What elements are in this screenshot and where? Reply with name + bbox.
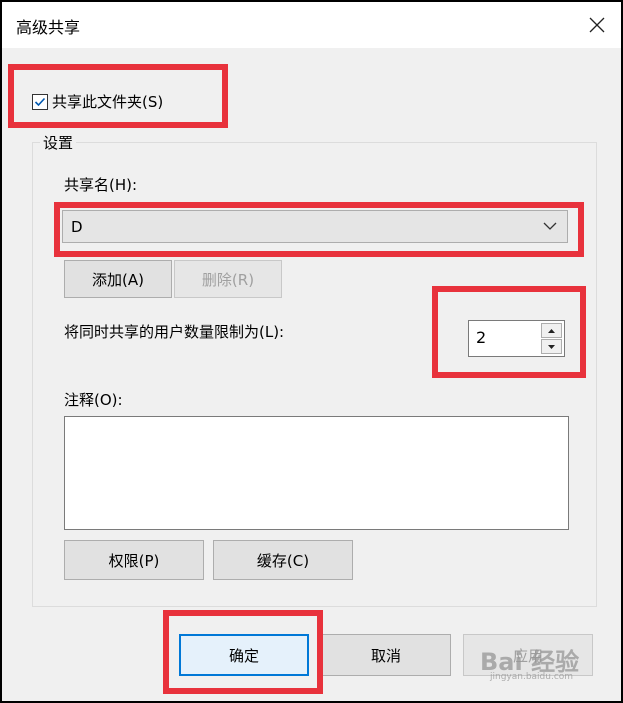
checkbox-box[interactable] xyxy=(32,93,48,110)
window-title: 高级共享 xyxy=(16,18,81,37)
user-limit-value: 2 xyxy=(476,328,487,347)
comment-field[interactable] xyxy=(64,416,569,530)
title-bar: 高级共享 xyxy=(2,2,621,48)
share-name-combobox[interactable]: D xyxy=(62,210,568,243)
user-limit-label: 将同时共享的用户数量限制为(L): xyxy=(64,323,285,341)
ok-button[interactable]: 确定 xyxy=(179,634,309,676)
spin-up-button[interactable] xyxy=(541,323,562,338)
share-name-label: 共享名(H): xyxy=(64,176,138,194)
watermark-subtext: jingyan.baidu.com xyxy=(490,672,574,682)
share-folder-checkbox[interactable]: 共享此文件夹(S) xyxy=(32,91,163,112)
advanced-sharing-dialog: 高级共享 共享此文件夹(S) 设置 共享名(H): D 添加(A) 删除(R) … xyxy=(0,0,623,703)
baidu-watermark: Bai 经验 jingyan.baidu.com xyxy=(480,642,595,682)
settings-legend: 设置 xyxy=(40,132,77,153)
dialog-body: 高级共享 共享此文件夹(S) 设置 共享名(H): D 添加(A) 删除(R) … xyxy=(2,2,621,701)
share-name-value: D xyxy=(71,217,83,236)
share-folder-label: 共享此文件夹(S) xyxy=(52,93,164,111)
triangle-down-icon xyxy=(548,344,555,349)
triangle-up-icon xyxy=(548,328,555,333)
checkmark-icon xyxy=(34,97,46,106)
chevron-down-icon xyxy=(543,222,557,230)
user-limit-spinner[interactable]: 2 xyxy=(468,320,565,357)
permissions-button[interactable]: 权限(P) xyxy=(64,540,204,580)
add-button[interactable]: 添加(A) xyxy=(64,260,172,298)
remove-button[interactable]: 删除(R) xyxy=(174,260,282,298)
caching-button[interactable]: 缓存(C) xyxy=(213,540,353,580)
close-icon xyxy=(589,17,605,33)
spin-down-button[interactable] xyxy=(541,339,562,354)
comment-label: 注释(O): xyxy=(64,391,123,409)
close-button[interactable] xyxy=(577,6,617,44)
cancel-button[interactable]: 取消 xyxy=(321,634,451,676)
